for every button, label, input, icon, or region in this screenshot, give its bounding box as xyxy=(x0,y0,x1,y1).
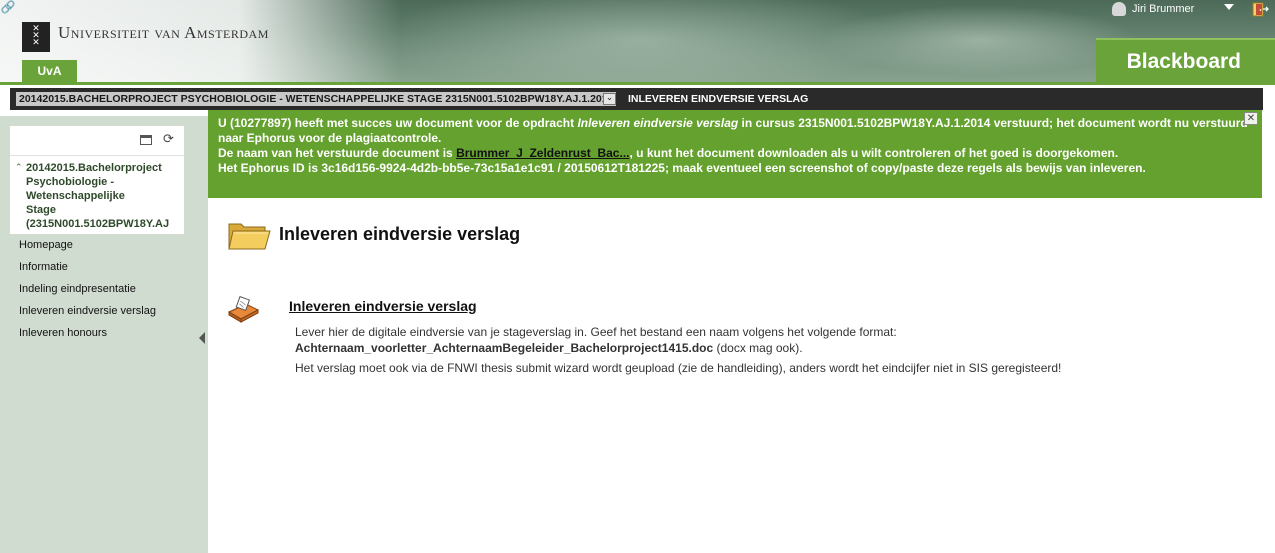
receipt-line: Het Ephorus ID is 3c16d156-9924-4d2b-bb5… xyxy=(218,161,1146,175)
folder-icon xyxy=(227,218,271,252)
receipt-text: U (10277897) heeft met succes uw documen… xyxy=(218,116,578,130)
submission-receipt: U (10277897) heeft met succes uw documen… xyxy=(208,110,1262,198)
sidebar-item-indeling-eindpresentatie[interactable]: Indeling eindpresentatie xyxy=(19,282,136,296)
header-divider xyxy=(0,82,1275,85)
window-icon[interactable] xyxy=(140,135,152,145)
refresh-icon[interactable]: ⟳ xyxy=(163,132,174,147)
header-background xyxy=(820,5,1140,75)
course-menu: ⟳ ⌃ 20142015.Bachelorproject Psychobiolo… xyxy=(10,126,184,234)
blackboard-label: Blackboard xyxy=(1126,50,1241,73)
receipt-text: , u kunt het document downloaden als u w… xyxy=(629,146,1119,160)
user-menu[interactable]: Jiri Brummer xyxy=(1112,1,1194,17)
receipt-assignment-name: Inleveren eindversie verslag xyxy=(577,116,739,130)
user-name: Jiri Brummer xyxy=(1132,3,1195,16)
breadcrumb-course[interactable]: 20142015.BACHELORPROJECT PSYCHOBIOLOGIE … xyxy=(16,92,617,106)
receipt-text: De naam van het verstuurde document is xyxy=(218,146,457,160)
receipt-line: De naam van het verstuurde document is B… xyxy=(218,146,1252,161)
sidebar-item-homepage[interactable]: Homepage xyxy=(19,238,73,252)
page-header: 🔗 ✕ ✕ ✕ Universiteit van Amsterdam UvA Bla… xyxy=(0,0,1275,85)
close-icon[interactable]: ✕ xyxy=(1244,112,1258,125)
user-icon xyxy=(1112,2,1126,17)
tab-uva[interactable]: UvA xyxy=(22,60,77,83)
breadcrumb-current-page: INLEVEREN EINDVERSIE VERSLAG xyxy=(628,93,809,105)
assignment-icon xyxy=(226,295,260,324)
course-sidebar: ⟳ ⌃ 20142015.Bachelorproject Psychobiolo… xyxy=(0,116,208,553)
collapse-icon[interactable]: ⌃ xyxy=(15,163,23,173)
chevron-down-icon[interactable]: ⌄ xyxy=(603,93,616,105)
course-menu-toolbar: ⟳ xyxy=(10,126,184,156)
sidebar-item-informatie[interactable]: Informatie xyxy=(19,260,68,274)
description-text: Het verslag moet ook via de FNWI thesis … xyxy=(295,361,1062,375)
sidebar-item-inleveren-eindversie-verslag[interactable]: Inleveren eindversie verslag xyxy=(19,304,156,318)
main-content: U (10277897) heeft met succes uw documen… xyxy=(208,110,1275,553)
document-download-link[interactable]: Brummer_J_Zeldenrust_Bac... xyxy=(456,146,629,160)
assignment-description: Lever hier de digitale eindversie van je… xyxy=(295,324,1235,376)
description-text: Lever hier de digitale eindversie van je… xyxy=(295,325,897,339)
breadcrumb: 20142015.BACHELORPROJECT PSYCHOBIOLOGIE … xyxy=(10,88,1263,110)
uva-logo-icon[interactable]: ✕ ✕ ✕ xyxy=(22,22,50,52)
logout-icon[interactable] xyxy=(1251,1,1269,17)
format-note: (docx mag ook). xyxy=(713,341,803,355)
sidebar-toggle-icon[interactable] xyxy=(199,332,205,344)
page-title: Inleveren eindversie verslag xyxy=(279,224,521,244)
assignment-link[interactable]: Inleveren eindversie verslag xyxy=(289,298,477,314)
blackboard-tab[interactable]: Blackboard xyxy=(1096,38,1275,83)
chevron-down-icon[interactable] xyxy=(1224,4,1234,10)
university-name: Universiteit van Amsterdam xyxy=(58,23,269,42)
link-icon[interactable]: 🔗 xyxy=(0,0,16,16)
description-format: Achternaam_voorletter_AchternaamBegeleid… xyxy=(295,340,1235,356)
sidebar-item-inleveren-honours[interactable]: Inleveren honours xyxy=(19,326,107,340)
course-title[interactable]: 20142015.Bachelorproject Psychobiologie … xyxy=(26,161,184,234)
receipt-line: U (10277897) heeft met succes uw documen… xyxy=(218,116,1252,146)
filename-format: Achternaam_voorletter_AchternaamBegeleid… xyxy=(295,341,714,355)
